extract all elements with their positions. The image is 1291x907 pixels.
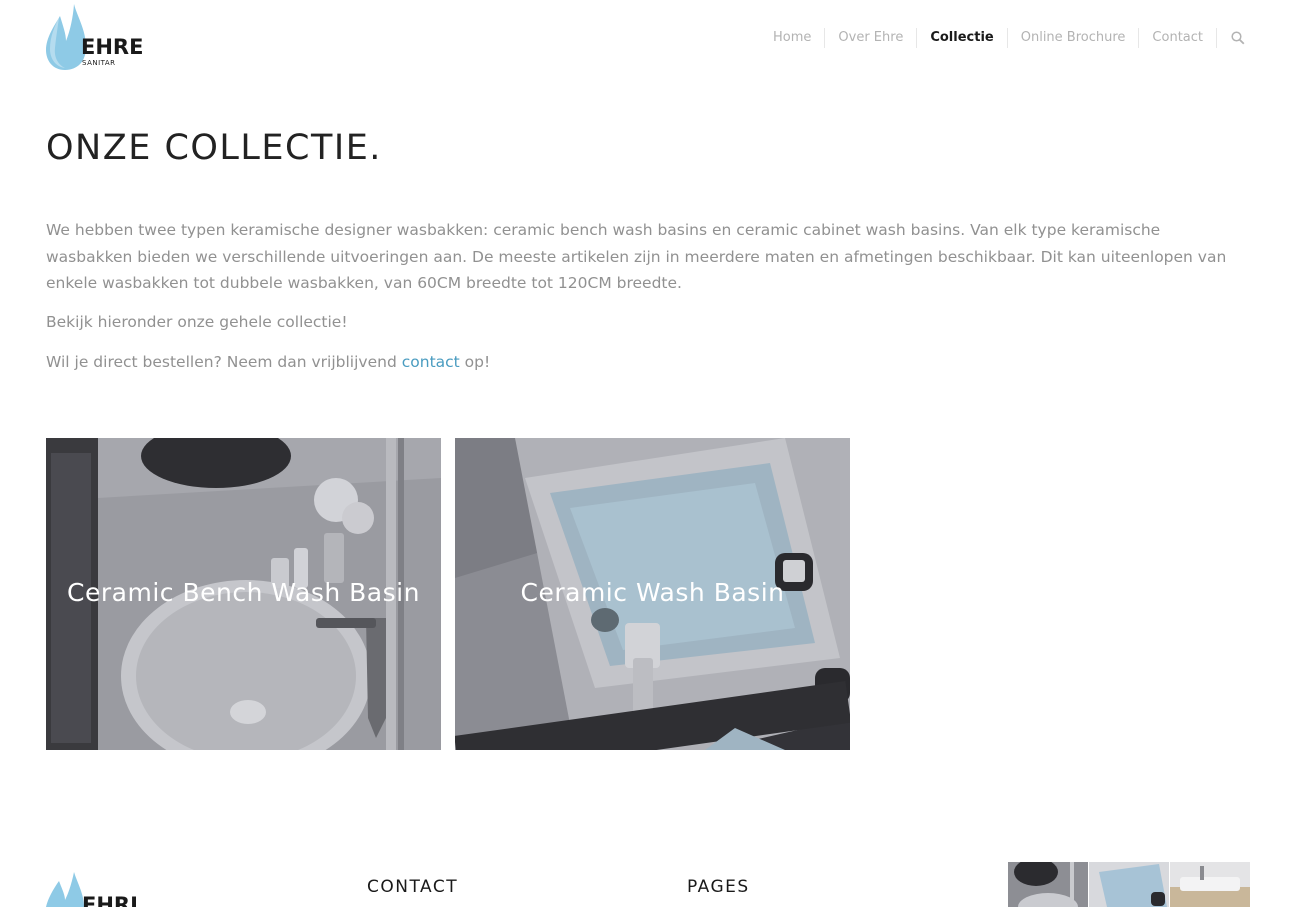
tile-label: Ceramic Wash Basin bbox=[520, 578, 785, 607]
footer-heading-pages: PAGES bbox=[687, 877, 750, 897]
gallery-thumb[interactable] bbox=[1008, 862, 1088, 907]
nav-item-collectie[interactable]: Collectie bbox=[916, 28, 1006, 48]
nav-item-contact[interactable]: Contact bbox=[1138, 28, 1216, 48]
search-button[interactable] bbox=[1216, 28, 1245, 48]
water-drop-icon: EHRE bbox=[46, 872, 136, 907]
gallery-thumb[interactable] bbox=[1170, 862, 1250, 907]
nav-item-home[interactable]: Home bbox=[760, 28, 824, 48]
nav-item-online-brochure[interactable]: Online Brochure bbox=[1006, 28, 1139, 48]
logo-subtitle: SANITAR bbox=[82, 59, 116, 67]
collection-paragraph: Bekijk hieronder onze gehele collectie! bbox=[46, 313, 348, 331]
tile-ceramic-wash-basin[interactable]: Ceramic Wash Basin bbox=[455, 438, 850, 750]
footer-gallery bbox=[1008, 862, 1250, 907]
logo-wordmark: EHRE bbox=[81, 35, 144, 59]
site-header: EHRE SANITAR Home Over Ehre Collectie On… bbox=[0, 0, 1291, 78]
footer-logo[interactable]: EHRE bbox=[46, 872, 136, 907]
bench-basin-thumb bbox=[1008, 862, 1088, 907]
tile-ceramic-bench-wash-basin[interactable]: Ceramic Bench Wash Basin bbox=[46, 438, 441, 750]
search-icon bbox=[1231, 31, 1245, 45]
gallery-thumb[interactable] bbox=[1089, 862, 1169, 907]
order-paragraph: Wil je direct bestellen? Neem dan vrijbl… bbox=[46, 350, 490, 374]
page-title: ONZE COLLECTIE. bbox=[46, 128, 382, 168]
main-navigation: Home Over Ehre Collectie Online Brochure… bbox=[760, 26, 1245, 50]
wash-basin-thumb bbox=[1089, 862, 1169, 907]
order-text-after: op! bbox=[459, 353, 491, 371]
tile-label: Ceramic Bench Wash Basin bbox=[67, 578, 420, 607]
intro-paragraph: We hebben twee typen keramische designer… bbox=[46, 221, 1227, 292]
cabinet-basin-thumb bbox=[1170, 862, 1250, 907]
site-logo[interactable]: EHRE SANITAR bbox=[46, 4, 143, 72]
contact-link[interactable]: contact bbox=[402, 353, 460, 371]
order-text-before: Wil je direct bestellen? Neem dan vrijbl… bbox=[46, 353, 402, 371]
footer-heading-contact: CONTACT bbox=[367, 877, 459, 897]
nav-item-over-ehre[interactable]: Over Ehre bbox=[824, 28, 916, 48]
svg-text:EHRE: EHRE bbox=[82, 893, 136, 907]
